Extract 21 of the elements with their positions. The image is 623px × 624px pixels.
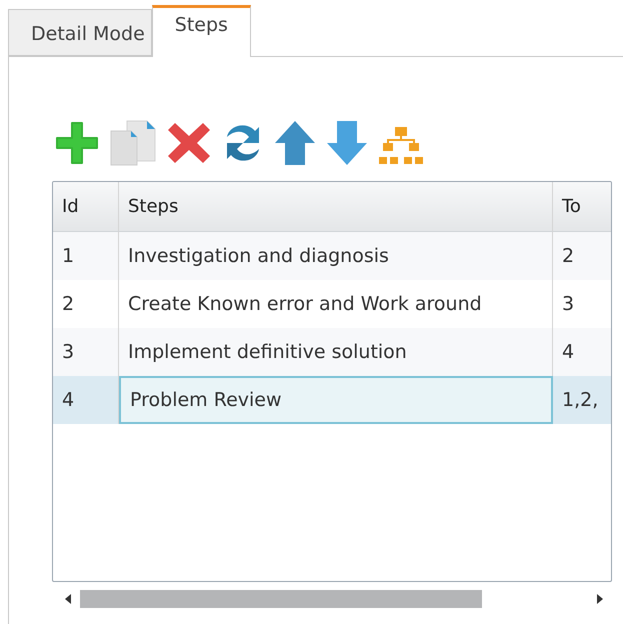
table-cell: 4	[53, 376, 119, 424]
table-cell: 4	[553, 328, 611, 376]
table-cell: Problem Review	[119, 376, 553, 424]
table-cell: Investigation and diagnosis	[119, 232, 553, 280]
tab[interactable]: Steps	[152, 5, 251, 57]
column-header[interactable]: To	[553, 182, 611, 232]
table-cell: 3	[53, 328, 119, 376]
tab[interactable]: Detail Mode	[8, 9, 152, 56]
table-cell: Implement definitive solution	[119, 328, 553, 376]
scrollbar-thumb[interactable]	[80, 590, 482, 608]
table-cell: 1	[53, 232, 119, 280]
column-header[interactable]: Steps	[119, 182, 553, 232]
add-icon[interactable]	[53, 119, 101, 167]
scroll-right-icon[interactable]	[596, 593, 604, 605]
scroll-left-icon[interactable]	[64, 593, 72, 605]
up-arrow-icon[interactable]	[273, 119, 317, 167]
column-header[interactable]: Id	[53, 182, 119, 232]
copy-icon[interactable]	[109, 119, 157, 167]
table-cell: 2	[553, 232, 611, 280]
down-arrow-icon[interactable]	[325, 119, 369, 167]
table-cell: 1,2,	[553, 376, 611, 424]
